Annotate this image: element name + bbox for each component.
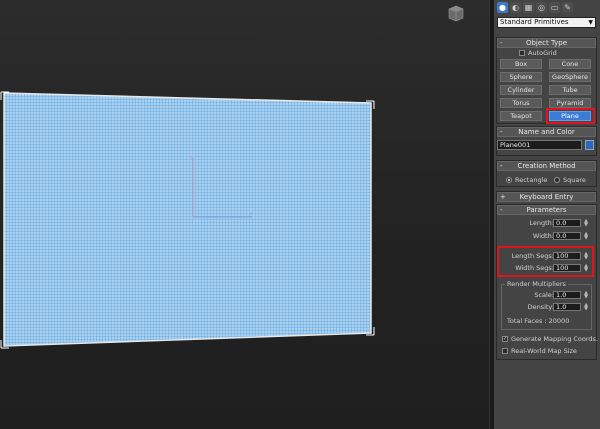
creation-method-title: Creation Method xyxy=(517,162,576,170)
collapse-icon: - xyxy=(500,206,503,214)
object-type-rollout: - Object Type AutoGrid Box Cone Sphere G… xyxy=(496,37,597,124)
object-color-swatch[interactable] xyxy=(585,140,594,150)
create-icon[interactable]: ● xyxy=(497,2,508,13)
cone-button[interactable]: Cone xyxy=(549,59,591,69)
modify-icon[interactable]: ◐ xyxy=(510,2,521,13)
length-label: Length: xyxy=(529,219,554,227)
category-dropdown-value: Standard Primitives xyxy=(500,18,569,26)
real-world-map-size-label: Real-World Map Size xyxy=(511,347,577,355)
collapse-icon: - xyxy=(500,128,503,136)
category-dropdown[interactable]: Standard Primitives ▼ xyxy=(497,17,596,28)
generate-mapping-label: Generate Mapping Coords. xyxy=(511,335,599,343)
plane-button-highlight xyxy=(546,108,595,124)
name-and-color-header[interactable]: - Name and Color xyxy=(497,127,596,137)
scale-label: Scale: xyxy=(534,291,554,299)
keyboard-entry-rollout: + Keyboard Entry xyxy=(496,191,597,202)
viewcube-icon[interactable] xyxy=(446,3,466,23)
collapse-icon: - xyxy=(500,39,503,47)
keyboard-entry-header[interactable]: + Keyboard Entry xyxy=(497,192,596,202)
svg-text:y: y xyxy=(190,154,193,160)
density-input[interactable]: 1.0 xyxy=(553,303,581,311)
autogrid-label: AutoGrid xyxy=(528,49,557,57)
pyramid-button[interactable]: Pyramid xyxy=(549,98,591,108)
box-button[interactable]: Box xyxy=(500,59,542,69)
width-input[interactable]: 0.0 xyxy=(553,232,581,240)
parameters-title: Parameters xyxy=(526,206,567,214)
rectangle-label: Rectangle xyxy=(515,176,548,184)
motion-icon[interactable]: ◎ xyxy=(536,2,547,13)
display-icon[interactable]: ▭ xyxy=(549,2,560,13)
real-world-map-size-checkbox[interactable] xyxy=(502,348,508,354)
svg-text:x: x xyxy=(250,211,253,217)
perspective-viewport[interactable]: x y xyxy=(0,0,489,429)
teapot-button[interactable]: Teapot xyxy=(500,111,542,121)
object-type-title: Object Type xyxy=(525,39,568,47)
scale-input[interactable]: 1.0 xyxy=(553,291,581,299)
parameters-rollout: - Parameters Length: 0.0 ▲ ▼ Width: 0.0 ▲… xyxy=(496,204,599,360)
utilities-icon[interactable]: ✎ xyxy=(562,2,573,13)
autogrid-checkbox[interactable] xyxy=(519,50,525,56)
torus-button[interactable]: Torus xyxy=(500,98,542,108)
generate-mapping-checkbox[interactable]: ✓ xyxy=(502,336,508,342)
length-spinner-icon[interactable]: ▲ ▼ xyxy=(582,219,590,228)
segments-highlight xyxy=(497,246,594,277)
keyboard-entry-title: Keyboard Entry xyxy=(519,193,574,201)
total-faces-readout: Total Faces : 20000 xyxy=(507,317,570,325)
sphere-button[interactable]: Sphere xyxy=(500,72,542,82)
scale-spinner-icon[interactable]: ▲ ▼ xyxy=(582,291,590,300)
cylinder-button[interactable]: Cylinder xyxy=(500,85,542,95)
rectangle-radio[interactable] xyxy=(506,177,512,183)
chevron-down-icon: ▼ xyxy=(588,19,593,26)
object-name-input[interactable]: Plane001 xyxy=(497,140,582,150)
width-label: Width: xyxy=(532,232,554,240)
viewport-canvas[interactable]: x y xyxy=(0,0,489,429)
command-panel: ● ◐ ▦ ◎ ▭ ✎ Standard Primitives ▼ - Obje… xyxy=(494,0,600,429)
parameters-header[interactable]: - Parameters xyxy=(497,205,596,215)
tube-button[interactable]: Tube xyxy=(549,85,591,95)
expand-icon: + xyxy=(500,193,506,201)
square-label: Square xyxy=(563,176,586,184)
width-spinner-icon[interactable]: ▲ ▼ xyxy=(582,232,590,241)
geosphere-button[interactable]: GeoSphere xyxy=(549,72,591,82)
density-label: Density: xyxy=(527,303,554,311)
hierarchy-icon[interactable]: ▦ xyxy=(523,2,534,13)
length-input[interactable]: 0.0 xyxy=(553,219,581,227)
square-radio[interactable] xyxy=(554,177,560,183)
density-spinner-icon[interactable]: ▲ ▼ xyxy=(582,303,590,312)
name-and-color-title: Name and Color xyxy=(518,128,575,136)
plane-object[interactable] xyxy=(3,92,372,347)
object-type-header[interactable]: - Object Type xyxy=(497,38,596,48)
command-panel-tabs: ● ◐ ▦ ◎ ▭ ✎ xyxy=(497,2,573,14)
creation-method-header[interactable]: - Creation Method xyxy=(497,161,596,171)
creation-method-rollout: - Creation Method Rectangle Square xyxy=(496,160,597,187)
collapse-icon: - xyxy=(500,162,503,170)
render-multipliers-title: Render Multipliers xyxy=(505,280,568,288)
